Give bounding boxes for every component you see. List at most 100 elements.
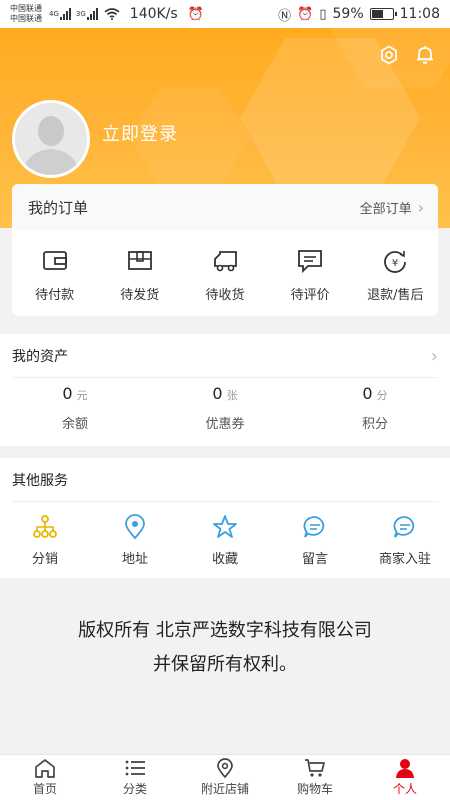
asset-value: 0 — [212, 384, 223, 403]
truck-icon — [214, 251, 237, 272]
tab-category[interactable]: 分类 — [90, 755, 180, 800]
order-item-label: 待评价 — [290, 288, 330, 303]
home-icon — [35, 759, 55, 778]
cart-icon — [305, 759, 325, 777]
nfc-icon: Ⓝ — [278, 8, 292, 24]
alarm-icon: ⏰ — [297, 6, 314, 22]
app-notification-icon: ⏰ — [187, 6, 204, 22]
signal-icon — [59, 8, 71, 20]
all-orders-label: 全部订单 — [359, 201, 412, 217]
status-bar: 中国联通 中国联通 4G 3G 140K/s ⏰ Ⓝ ⏰ ▯ 59% 11:08 — [0, 0, 450, 28]
all-orders-link[interactable]: 全部订单 › — [360, 198, 424, 217]
service-label: 地址 — [121, 552, 148, 567]
assets-section: 我的资产 › 0元 余额 0张 优惠券 0分 积分 — [0, 334, 450, 446]
status-right: Ⓝ ⏰ ▯ 59% 11:08 — [278, 5, 440, 24]
clock: 11:08 — [399, 6, 440, 22]
carrier-info: 中国联通 中国联通 — [10, 4, 42, 24]
tab-home[interactable]: 首页 — [0, 755, 90, 800]
copyright: 版权所有 北京严选数字科技有限公司 并保留所有权利。 — [0, 614, 450, 682]
location-pin-icon — [217, 758, 233, 778]
service-address[interactable]: 地址 — [95, 514, 175, 567]
list-icon — [125, 760, 145, 776]
copyright-line-2: 并保留所有权利。 — [153, 654, 297, 675]
comment-icon — [298, 250, 323, 274]
order-item-label: 待发货 — [120, 288, 160, 303]
chevron-right-icon: › — [417, 197, 424, 217]
wifi-icon — [104, 8, 120, 20]
order-refund-aftersale[interactable]: ¥ 退款/售后 — [355, 248, 435, 303]
assets-title: 我的资产 — [12, 349, 68, 365]
asset-points[interactable]: 0分 积分 — [320, 384, 430, 432]
gear-icon[interactable] — [378, 44, 400, 66]
network-speed: 140K/s — [129, 6, 178, 22]
wallet-icon — [42, 251, 67, 270]
order-item-label: 待付款 — [35, 288, 75, 303]
services-header: 其他服务 — [0, 458, 450, 502]
tab-label: 附近店铺 — [200, 782, 249, 796]
asset-unit: 分 — [376, 389, 388, 402]
carrier-1: 中国联通 — [10, 4, 42, 13]
bell-icon[interactable] — [414, 44, 436, 66]
order-item-label: 待收货 — [205, 288, 245, 303]
default-avatar-icon — [15, 103, 87, 175]
orders-header: 我的订单 全部订单 › — [12, 184, 438, 230]
orders-title: 我的订单 — [28, 198, 89, 217]
tab-cart[interactable]: 购物车 — [270, 755, 360, 800]
battery-icon — [369, 8, 397, 20]
vibrate-icon: ▯ — [319, 6, 327, 22]
service-label: 留言 — [301, 552, 328, 567]
network-type-1: 4G — [49, 10, 59, 18]
battery-percent: 59% — [332, 6, 364, 22]
order-item-label: 退款/售后 — [367, 288, 424, 303]
service-message[interactable]: 留言 — [275, 514, 355, 567]
asset-label: 积分 — [361, 417, 388, 432]
service-label: 收藏 — [211, 552, 238, 567]
order-pending-shipment[interactable]: 待发货 — [100, 248, 180, 303]
service-merchant-join[interactable]: 商家入驻 — [365, 514, 445, 567]
box-icon — [127, 251, 152, 270]
asset-label: 优惠券 — [205, 417, 245, 432]
signal-icon — [86, 8, 98, 20]
orders-card: 我的订单 全部订单 › 待付款 待发货 待收货 待评价 ¥ 退款/售后 — [12, 184, 438, 316]
battery-level — [371, 10, 384, 18]
chevron-right-icon: › — [430, 345, 438, 367]
star-icon — [213, 515, 237, 538]
service-distribution[interactable]: 分销 — [5, 514, 85, 567]
asset-coupons[interactable]: 0张 优惠券 — [170, 384, 280, 432]
person-icon — [396, 759, 414, 778]
carrier-2: 中国联通 — [10, 14, 42, 23]
chat-bubble-icon — [303, 516, 325, 538]
asset-balance[interactable]: 0元 余额 — [20, 384, 130, 432]
divider — [12, 377, 438, 378]
network-icon — [33, 515, 57, 538]
order-pending-review[interactable]: 待评价 — [270, 248, 350, 303]
services-title: 其他服务 — [12, 473, 68, 489]
asset-unit: 元 — [76, 389, 88, 402]
tab-label: 首页 — [32, 782, 57, 796]
order-pending-payment[interactable]: 待付款 — [15, 248, 95, 303]
asset-value: 0 — [362, 384, 373, 403]
network-type-2: 3G — [75, 10, 86, 18]
asset-value: 0 — [62, 384, 73, 403]
tab-label: 分类 — [122, 782, 147, 796]
bottom-tab-bar: 首页 分类 附近店铺 购物车 个人 — [0, 754, 450, 800]
order-pending-receipt[interactable]: 待收货 — [185, 248, 265, 303]
asset-unit: 张 — [226, 389, 238, 402]
divider — [12, 501, 438, 502]
tab-nearby-stores[interactable]: 附近店铺 — [180, 755, 270, 800]
assets-header[interactable]: 我的资产 › — [0, 334, 450, 378]
avatar[interactable] — [12, 100, 90, 178]
svg-text:¥: ¥ — [392, 258, 398, 269]
services-list: 分销 地址 收藏 留言 商家入驻 — [0, 502, 450, 567]
copyright-line-1: 版权所有 北京严选数字科技有限公司 — [78, 620, 372, 641]
service-label: 商家入驻 — [378, 552, 431, 567]
tab-profile[interactable]: 个人 — [360, 755, 450, 800]
location-pin-icon — [125, 514, 145, 540]
login-link[interactable]: 立即登录 — [102, 120, 178, 146]
tab-label: 个人 — [392, 782, 417, 796]
services-section: 其他服务 分销 地址 收藏 留言 商家入驻 — [0, 458, 450, 578]
service-label: 分销 — [31, 552, 58, 567]
service-favorites[interactable]: 收藏 — [185, 514, 265, 567]
tab-label: 购物车 — [296, 782, 333, 796]
order-status-list: 待付款 待发货 待收货 待评价 ¥ 退款/售后 — [12, 230, 438, 303]
